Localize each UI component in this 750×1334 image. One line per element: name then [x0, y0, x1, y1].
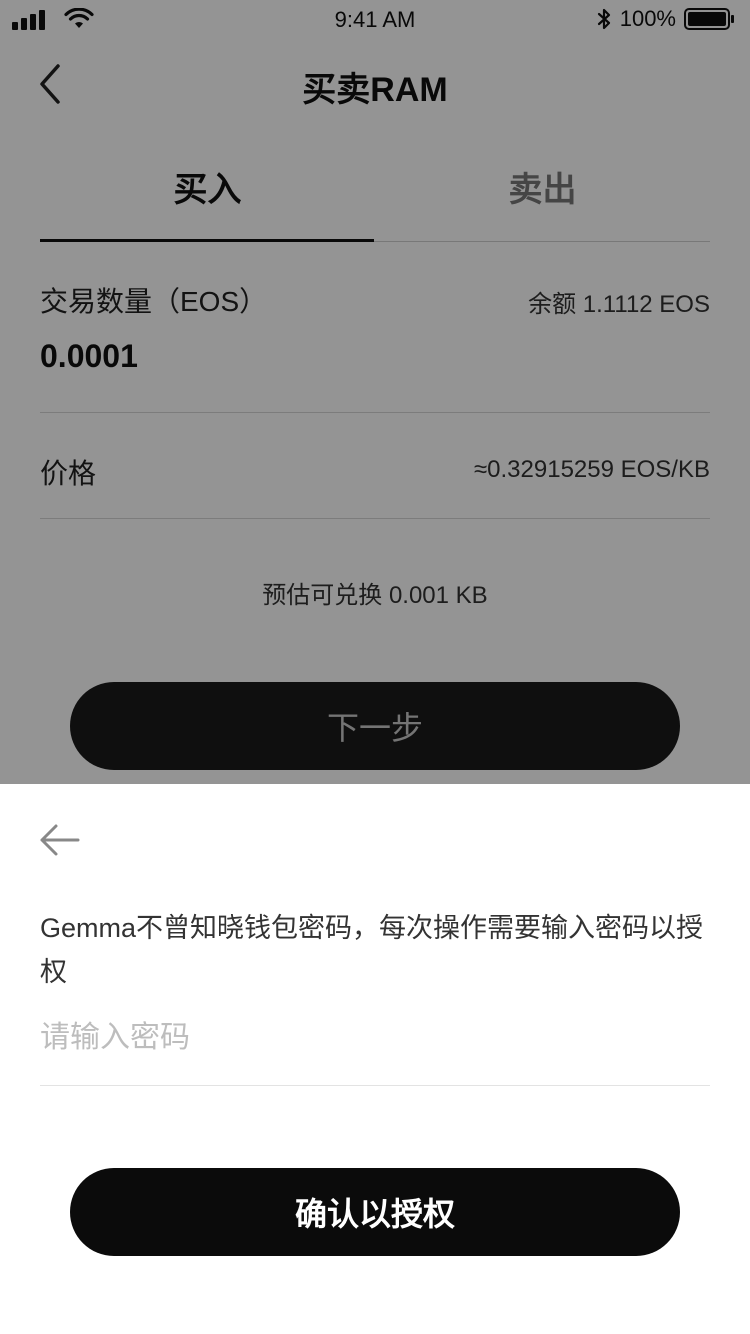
buy-sell-ram-screen: 9:41 AM 100% 买卖RAM 买入 卖出 交易数量（EOS） 余额 1.… [0, 0, 750, 1334]
modal-overlay[interactable] [0, 0, 750, 784]
password-sheet: Gemma不曾知晓钱包密码，每次操作需要输入密码以授权 确认以授权 [0, 784, 750, 1334]
confirm-authorize-button[interactable]: 确认以授权 [70, 1168, 680, 1256]
sheet-back-button[interactable] [38, 822, 82, 858]
password-input[interactable] [40, 1006, 710, 1070]
arrow-left-icon [40, 824, 80, 856]
password-divider [40, 1085, 710, 1086]
password-description: Gemma不曾知晓钱包密码，每次操作需要输入密码以授权 [40, 913, 704, 987]
